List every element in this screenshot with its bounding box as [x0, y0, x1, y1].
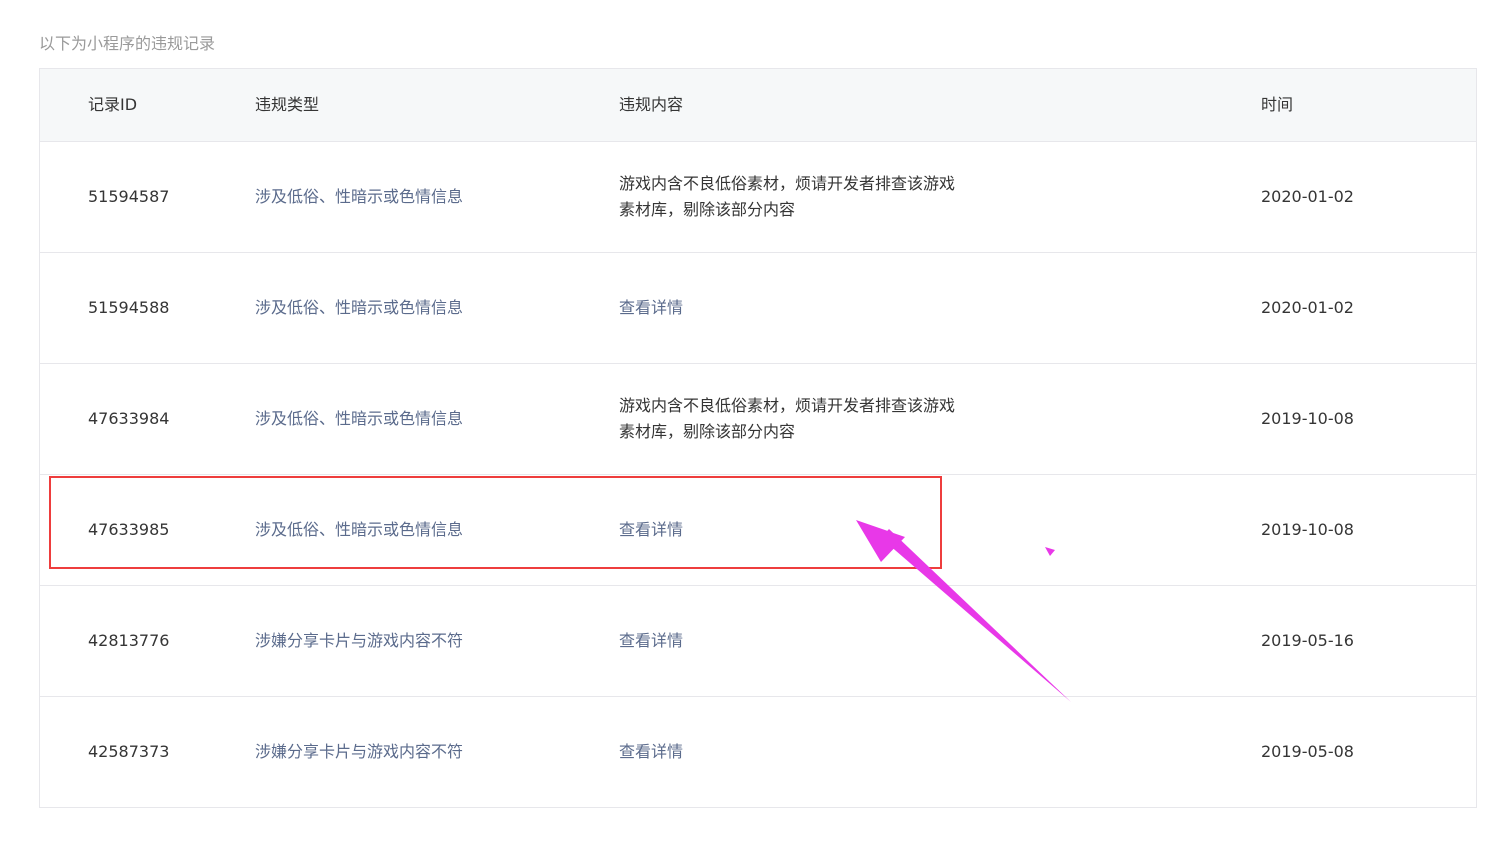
record-time: 2020-01-02: [1261, 298, 1354, 317]
violation-type-link[interactable]: 涉及低俗、性暗示或色情信息: [255, 295, 463, 321]
view-details-link[interactable]: 查看详情: [619, 517, 683, 543]
violation-content: 游戏内含不良低俗素材，烦请开发者排查该游戏 素材库，剔除该部分内容: [619, 171, 955, 223]
table-row: 51594587 涉及低俗、性暗示或色情信息 游戏内含不良低俗素材，烦请开发者排…: [40, 142, 1476, 253]
violation-type-link[interactable]: 涉及低俗、性暗示或色情信息: [255, 517, 463, 543]
violation-type-link[interactable]: 涉及低俗、性暗示或色情信息: [255, 184, 463, 210]
violation-content-line: 素材库，剔除该部分内容: [619, 422, 796, 441]
view-details-link[interactable]: 查看详情: [619, 739, 683, 765]
view-details-link[interactable]: 查看详情: [619, 628, 683, 654]
table-row: 47633985 涉及低俗、性暗示或色情信息 查看详情 2019-10-08: [40, 475, 1476, 586]
record-id: 42813776: [88, 631, 170, 650]
violation-type-link[interactable]: 涉嫌分享卡片与游戏内容不符: [255, 739, 463, 765]
violation-type-link[interactable]: 涉嫌分享卡片与游戏内容不符: [255, 628, 463, 654]
view-details-link[interactable]: 查看详情: [619, 295, 683, 321]
violation-content-line: 素材库，剔除该部分内容: [619, 200, 796, 219]
record-id: 51594588: [88, 298, 170, 317]
violation-content-line: 游戏内含不良低俗素材，烦请开发者排查该游戏: [619, 174, 956, 193]
table-header: 记录ID 违规类型 违规内容 时间: [40, 69, 1476, 142]
violation-content-line: 游戏内含不良低俗素材，烦请开发者排查该游戏: [619, 396, 956, 415]
column-header-type: 违规类型: [255, 95, 320, 114]
table-row: 42813776 涉嫌分享卡片与游戏内容不符 查看详情 2019-05-16: [40, 586, 1476, 697]
record-time: 2019-10-08: [1261, 520, 1354, 539]
table-row: 51594588 涉及低俗、性暗示或色情信息 查看详情 2020-01-02: [40, 253, 1476, 364]
record-time: 2019-05-08: [1261, 742, 1354, 761]
record-time: 2020-01-02: [1261, 187, 1354, 206]
record-id: 51594587: [88, 187, 170, 206]
column-header-id: 记录ID: [88, 95, 138, 114]
table-row: 42587373 涉嫌分享卡片与游戏内容不符 查看详情 2019-05-08: [40, 697, 1476, 807]
violation-type-link[interactable]: 涉及低俗、性暗示或色情信息: [255, 406, 463, 432]
record-id: 47633984: [88, 409, 170, 428]
column-header-time: 时间: [1261, 95, 1294, 114]
table-row: 47633984 涉及低俗、性暗示或色情信息 游戏内含不良低俗素材，烦请开发者排…: [40, 364, 1476, 475]
page-caption: 以下为小程序的违规记录: [39, 34, 216, 53]
violation-table: 记录ID 违规类型 违规内容 时间 51594587 涉及低俗、性暗示或色情信息…: [39, 68, 1477, 808]
violation-content: 游戏内含不良低俗素材，烦请开发者排查该游戏 素材库，剔除该部分内容: [619, 393, 955, 445]
record-id: 47633985: [88, 520, 170, 539]
record-time: 2019-10-08: [1261, 409, 1354, 428]
column-header-content: 违规内容: [619, 95, 684, 114]
record-id: 42587373: [88, 742, 170, 761]
record-time: 2019-05-16: [1261, 631, 1354, 650]
